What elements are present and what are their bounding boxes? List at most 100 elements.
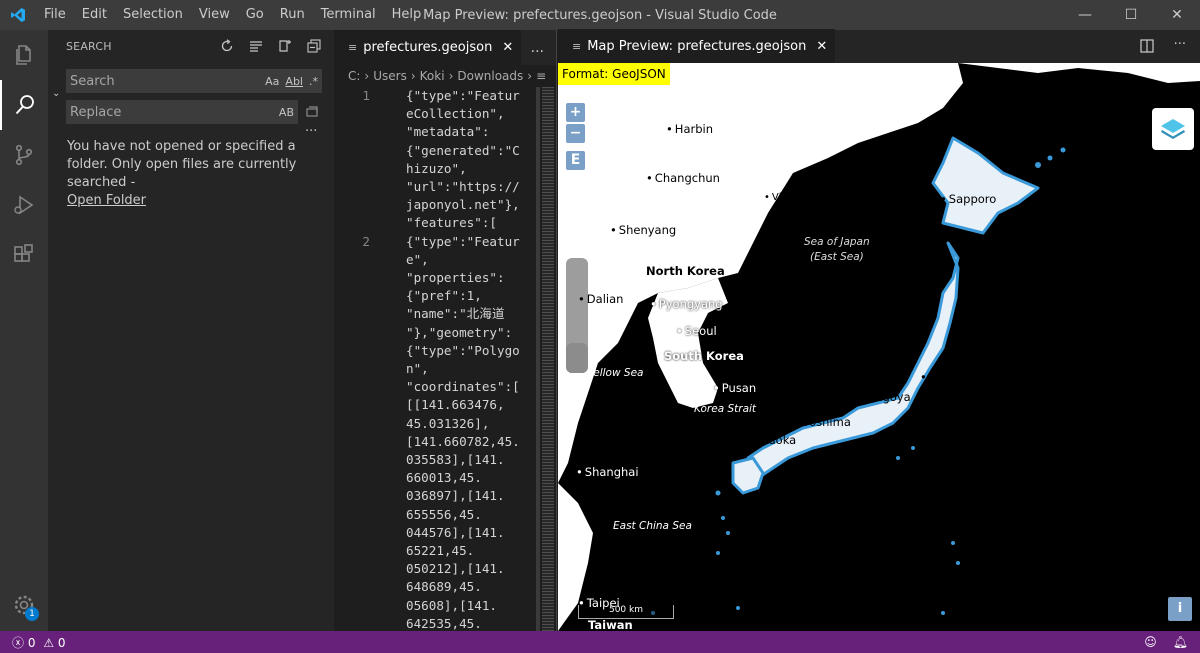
zoom-in-button[interactable]: + (566, 103, 585, 122)
code-line[interactable]: 45.031326], (334, 415, 557, 433)
code-line[interactable]: 660013,45. (334, 469, 557, 487)
search-tab[interactable] (0, 80, 48, 130)
code-line[interactable]: "metadata": (334, 123, 557, 141)
code-line[interactable]: "url":"https:// (334, 178, 557, 196)
code-line[interactable]: "name":"北海道 (334, 305, 557, 323)
info-button[interactable]: i (1168, 597, 1192, 621)
manage-button[interactable]: 1 (0, 585, 48, 625)
menu-selection[interactable]: Selection (115, 0, 191, 30)
breadcrumb-downloads[interactable]: Downloads (457, 69, 523, 83)
code-text: e", (406, 251, 429, 267)
file-lines-icon: ≡ (348, 41, 358, 54)
more-actions-button[interactable]: ··· (1174, 37, 1186, 52)
code-line[interactable]: 2 {"type":"Featur (334, 233, 557, 251)
code-line[interactable]: "coordinates":[ (334, 378, 557, 396)
code-line[interactable]: n", (334, 360, 557, 378)
code-line[interactable]: 036897],[141. (334, 487, 557, 505)
source-control-tab[interactable] (0, 130, 48, 180)
line-number (334, 105, 380, 123)
edit-layer-button[interactable]: E (566, 151, 585, 170)
line-number (334, 396, 380, 414)
editor-group: ≡ prefectures.geojson ✕ ... C: › Users › K… (334, 30, 557, 631)
more-actions-button[interactable]: ... (531, 40, 544, 56)
refresh-icon[interactable] (219, 38, 235, 54)
map-canvas[interactable]: Format: GeoJSON + − E i 500 km Harbin Ch… (558, 63, 1200, 631)
replace-input[interactable]: Replace AB (66, 100, 298, 124)
code-line[interactable]: hizuzo", (334, 160, 557, 178)
code-line[interactable]: [[141.663476, (334, 396, 557, 414)
code-line[interactable]: 1 {"type":"Featur (334, 87, 557, 105)
match-case-toggle[interactable]: Aa (265, 75, 279, 88)
line-number (334, 251, 380, 269)
no-folder-message: You have not opened or specified a folde… (67, 138, 317, 210)
close-window-button[interactable]: ✕ (1154, 0, 1200, 30)
extensions-tab[interactable] (0, 230, 48, 280)
open-folder-link[interactable]: Open Folder (67, 192, 317, 210)
code-line[interactable]: 648689,45. (334, 578, 557, 596)
code-line[interactable]: eCollection", (334, 105, 557, 123)
menu-help[interactable]: Help (384, 0, 430, 30)
menu-edit[interactable]: Edit (74, 0, 115, 30)
code-line[interactable]: 035583],[141. (334, 451, 557, 469)
code-line[interactable]: 642535,45. (334, 615, 557, 631)
code-line[interactable]: 65221,45. (334, 542, 557, 560)
label-korea-strait: Korea Strait (694, 403, 757, 415)
code-line[interactable]: e", (334, 251, 557, 269)
code-line[interactable]: "features":[ (334, 214, 557, 232)
code-line[interactable]: {"pref":1, (334, 287, 557, 305)
code-line[interactable]: [141.660782,45. (334, 433, 557, 451)
clear-results-icon[interactable] (248, 38, 264, 54)
menu-view[interactable]: View (191, 0, 238, 30)
code-line[interactable]: "},"geometry": (334, 324, 557, 342)
code-text: {"type":"Featur (406, 88, 520, 103)
tab-prefectures-geojson[interactable]: ≡ prefectures.geojson ✕ (334, 30, 522, 65)
use-regex-toggle[interactable]: .* (309, 75, 318, 88)
close-tab-icon[interactable]: ✕ (816, 39, 827, 54)
menu-go[interactable]: Go (238, 0, 272, 30)
layers-button[interactable] (1152, 108, 1194, 150)
code-line[interactable]: 050212],[141. (334, 560, 557, 578)
breadcrumb-koki[interactable]: Koki (420, 69, 445, 83)
minimize-button[interactable]: — (1062, 0, 1108, 30)
breadcrumb-users[interactable]: Users (373, 69, 407, 83)
menu-file[interactable]: File (36, 0, 74, 30)
new-search-editor-icon[interactable] (277, 38, 293, 54)
search-input-placeholder: Search (70, 73, 115, 89)
maximize-button[interactable]: ☐ (1108, 0, 1154, 30)
code-text: 050212],[141. (406, 561, 505, 577)
explorer-tab[interactable] (0, 30, 48, 80)
code-line[interactable]: 655556,45. (334, 506, 557, 524)
collapse-all-icon[interactable] (306, 38, 322, 54)
line-number (334, 196, 380, 214)
editor-scrollbar[interactable] (536, 87, 540, 631)
code-line[interactable]: {"generated":"C (334, 142, 557, 160)
match-whole-word-toggle[interactable]: Abl (285, 75, 303, 88)
code-line[interactable]: 05608],[141. (334, 597, 557, 615)
preserve-case-toggle[interactable]: AB (279, 106, 294, 119)
breadcrumb-drive[interactable]: C: (348, 69, 360, 83)
code-line[interactable]: japonyol.net"}, (334, 196, 557, 214)
run-debug-icon (14, 195, 34, 215)
code-area[interactable]: 1 {"type":"Featur eCollection", "metadata":… (334, 87, 557, 631)
code-text: hizuzo", (406, 160, 467, 176)
code-line[interactable]: 044576],[141. (334, 524, 557, 542)
file-lines-icon: ≡ (536, 69, 547, 83)
minimap[interactable] (542, 87, 554, 631)
menu-run[interactable]: Run (272, 0, 313, 30)
close-tab-icon[interactable]: ✕ (502, 40, 513, 55)
menu-terminal[interactable]: Terminal (313, 0, 384, 30)
run-debug-tab[interactable] (0, 180, 48, 230)
label-hiroshima: Hiroshima (784, 415, 851, 429)
split-editor-icon[interactable] (1140, 39, 1154, 57)
code-line[interactable]: {"type":"Polygo (334, 342, 557, 360)
notifications-bell-icon[interactable]: 🔔︎ (1173, 635, 1188, 649)
zoom-out-button[interactable]: − (566, 124, 585, 143)
label-sapporo: Sapporo (940, 192, 997, 206)
code-line[interactable]: "properties": (334, 269, 557, 287)
toggle-search-details-button[interactable]: ... (305, 120, 317, 135)
tab-map-preview[interactable]: ≡ Map Preview: prefectures.geojson ✕ (558, 29, 836, 64)
feedback-icon[interactable]: ☺ (1144, 635, 1157, 649)
search-input[interactable]: Search Aa Abl .* (66, 69, 322, 93)
problems-indicator[interactable]: ⓧ 0 ⚠ 0 (12, 634, 66, 651)
toggle-replace-chevron-icon[interactable]: ⌄ (52, 88, 60, 99)
